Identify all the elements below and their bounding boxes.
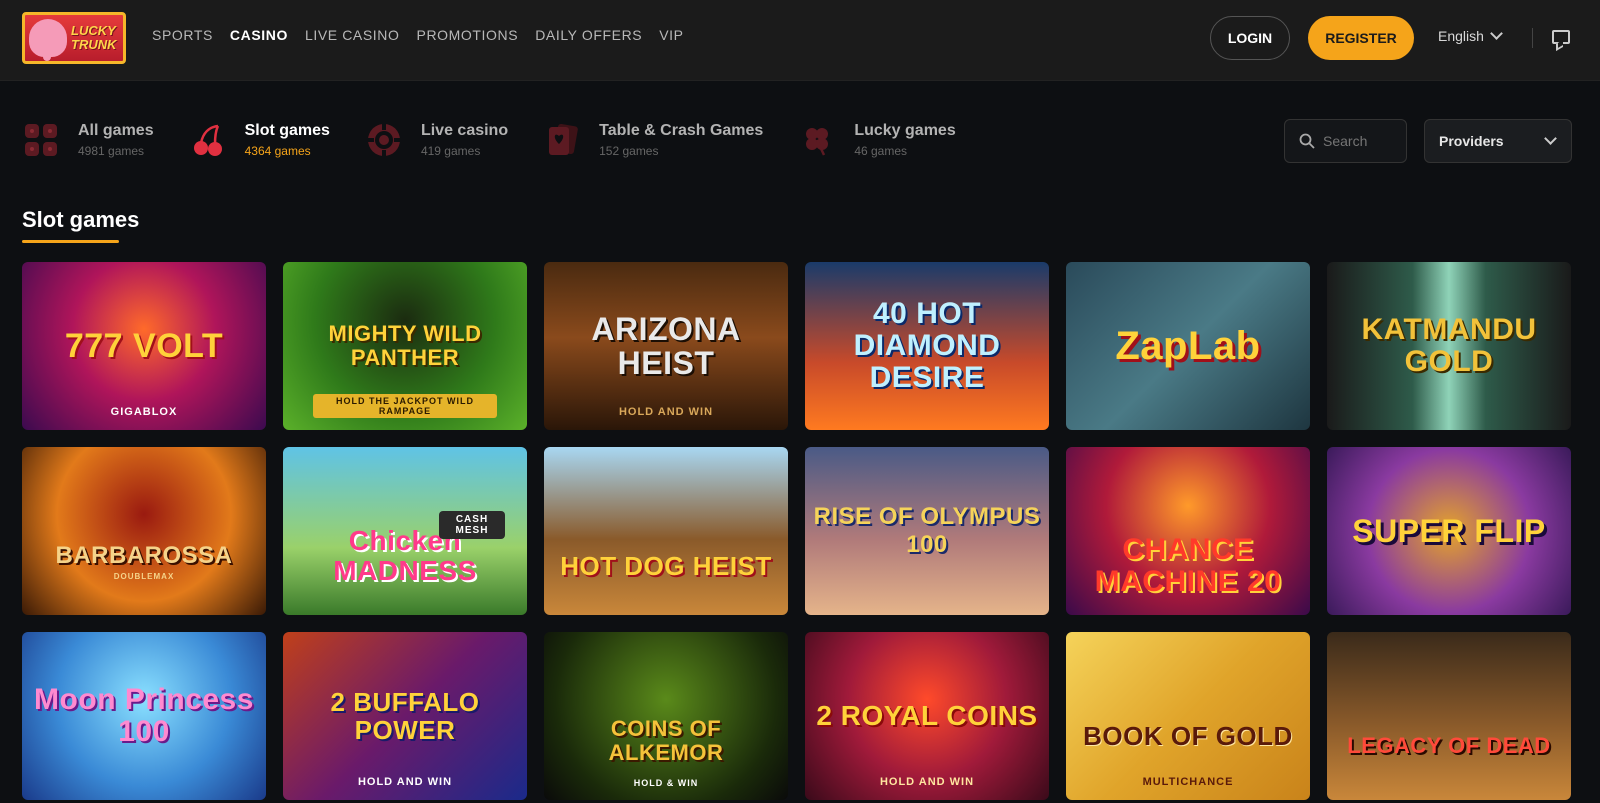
category-count: 4981 games — [78, 144, 145, 158]
game-title: COINS of ALKEMOR — [608, 716, 724, 765]
game-tile-chicken-madness[interactable]: Chicken MADNESS CASH MESH — [283, 447, 527, 615]
cherry-icon — [193, 124, 222, 156]
game-subtitle: CASH MESH — [439, 511, 505, 539]
game-tile-chance-machine-20[interactable]: CHANCE machine 20 — [1066, 447, 1310, 615]
category-title: Live casino — [420, 122, 509, 139]
category-title: Slot games — [244, 122, 330, 139]
login-button[interactable]: LOGIN — [1210, 16, 1290, 60]
game-subtitle: GIGABLOX — [110, 406, 178, 418]
category-table-crash-games[interactable]: Table & Crash Games 152 games — [545, 122, 763, 158]
chat-icon[interactable] — [1552, 30, 1570, 44]
games-grid: 777 VOLT GIGABLOX MIGHTY WILD PANTHER HO… — [22, 262, 1571, 800]
providers-dropdown[interactable]: Providers — [1424, 119, 1572, 163]
nav-promotions[interactable]: PROMOTIONS — [417, 27, 519, 43]
game-subtitle: DOUBLEMAX — [113, 572, 175, 581]
category-slot-games[interactable]: Slot games 4364 games — [191, 122, 330, 158]
game-title: BARBAROSSA — [55, 542, 233, 569]
game-tile-katmandu-gold[interactable]: KATMANDU GOLD — [1327, 262, 1571, 430]
nav-sports[interactable]: SPORTS — [152, 27, 213, 43]
game-subtitle: HOLD & WIN — [633, 778, 699, 788]
game-tile-mighty-wild-panther[interactable]: MIGHTY WILD PANTHER HOLD THE JACKPOT WIL… — [283, 262, 527, 430]
game-tile-zaplab[interactable]: ZapLab — [1066, 262, 1310, 430]
main-nav: SPORTS CASINO LIVE CASINO PROMOTIONS DAI… — [152, 27, 684, 43]
nav-daily-offers[interactable]: DAILY OFFERS — [535, 27, 642, 43]
top-navbar: LUCKY TRUNK SPORTS CASINO LIVE CASINO PR… — [0, 0, 1600, 81]
language-selector[interactable]: English — [1438, 27, 1503, 44]
game-tile-hot-dog-heist[interactable]: HOT DOG HEIST — [544, 447, 788, 615]
header-divider — [1532, 28, 1533, 48]
game-subtitle: HOLD AND WIN — [618, 406, 714, 418]
game-tile-arizona-heist[interactable]: ARIZONA HEIST HOLD AND WIN — [544, 262, 788, 430]
game-title: SUPER FLIP — [1352, 513, 1546, 549]
game-title: 40 HOT DIAMOND DESIRE — [853, 297, 1001, 394]
game-tile-2-royal-coins[interactable]: 2 ROYAL COINS HOLD AND WIN — [805, 632, 1049, 800]
elephant-logo-icon — [29, 19, 67, 61]
register-button[interactable]: REGISTER — [1308, 16, 1414, 60]
game-title: 777 VOLT — [64, 327, 224, 365]
game-title: ZapLab — [1115, 324, 1261, 368]
site-logo[interactable]: LUCKY TRUNK — [22, 12, 126, 64]
game-title: 2 ROYAL COINS — [816, 700, 1038, 731]
game-title: ARIZONA HEIST — [591, 311, 741, 381]
roulette-chip-icon — [367, 124, 400, 156]
game-tile-40-hot-diamond-desire[interactable]: 40 HOT DIAMOND DESIRE — [805, 262, 1049, 430]
game-tile-rise-of-olympus-100[interactable]: RISE OF OLYMPUS 100 — [805, 447, 1049, 615]
game-tile-barbarossa[interactable]: BARBAROSSA DOUBLEMAX — [22, 447, 266, 615]
game-title: KATMANDU GOLD — [1361, 313, 1537, 378]
category-title: Lucky games — [854, 122, 956, 139]
game-subtitle: HOLD THE JACKPOT WILD RAMPAGE — [313, 394, 497, 418]
game-tile-legacy-of-dead[interactable]: LEGACY OF DEAD — [1327, 632, 1571, 800]
category-count: 419 games — [420, 144, 481, 158]
providers-label: Providers — [1439, 133, 1504, 149]
game-subtitle: MULTICHANCE — [1142, 776, 1234, 788]
category-all-games[interactable]: All games 4981 games — [24, 122, 154, 158]
category-live-casino[interactable]: Live casino 419 games — [367, 122, 508, 158]
category-title: Table & Crash Games — [599, 122, 764, 139]
nav-casino[interactable]: CASINO — [230, 27, 288, 43]
game-title: Moon Princess 100 — [34, 683, 254, 748]
game-tile-moon-princess-100[interactable]: Moon Princess 100 — [22, 632, 266, 800]
game-tile-super-flip[interactable]: SUPER FLIP — [1327, 447, 1571, 615]
language-label: English — [1438, 28, 1484, 44]
game-title: RISE OF OLYMPUS 100 — [813, 503, 1041, 558]
category-title: All games — [78, 122, 154, 139]
grid-icon — [25, 124, 57, 156]
nav-vip[interactable]: VIP — [659, 27, 683, 43]
game-title: BOOK of GOLD — [1083, 721, 1293, 751]
category-lucky-games[interactable]: Lucky games 46 games — [800, 122, 956, 158]
search-icon — [1299, 133, 1315, 149]
game-tile-777-volt[interactable]: 777 VOLT GIGABLOX — [22, 262, 266, 430]
category-count: 4364 games — [244, 144, 311, 158]
game-tile-book-of-gold[interactable]: BOOK of GOLD MULTICHANCE — [1066, 632, 1310, 800]
game-title: HOT DOG HEIST — [560, 551, 772, 581]
game-title: 2 BUFFALO POWER — [330, 687, 480, 745]
category-count: 152 games — [599, 144, 659, 158]
game-title: LEGACY OF DEAD — [1347, 733, 1551, 758]
game-category-tabs: All games 4981 games Slot games 4364 gam… — [24, 122, 993, 158]
chevron-down-icon — [1490, 27, 1503, 40]
game-tile-2-buffalo-power[interactable]: 2 BUFFALO POWER HOLD AND WIN — [283, 632, 527, 800]
category-count: 46 games — [854, 144, 908, 158]
game-title: CHANCE machine 20 — [1094, 533, 1282, 598]
section-title: Slot games — [22, 207, 140, 232]
logo-text-lucky: LUCKY — [71, 23, 116, 38]
cards-icon — [549, 123, 578, 155]
game-search — [1284, 119, 1407, 163]
game-title: MIGHTY WILD PANTHER — [328, 321, 482, 370]
nav-live-casino[interactable]: LIVE CASINO — [305, 27, 400, 43]
game-subtitle: HOLD AND WIN — [879, 776, 975, 788]
game-tile-coins-of-alkemor[interactable]: COINS of ALKEMOR HOLD & WIN — [544, 632, 788, 800]
clover-icon — [806, 128, 829, 156]
game-subtitle: HOLD AND WIN — [357, 776, 453, 788]
logo-text-trunk: TRUNK — [71, 37, 117, 52]
search-input[interactable] — [1323, 133, 1393, 149]
section-title-underline — [22, 240, 119, 243]
chevron-down-icon — [1544, 132, 1557, 145]
